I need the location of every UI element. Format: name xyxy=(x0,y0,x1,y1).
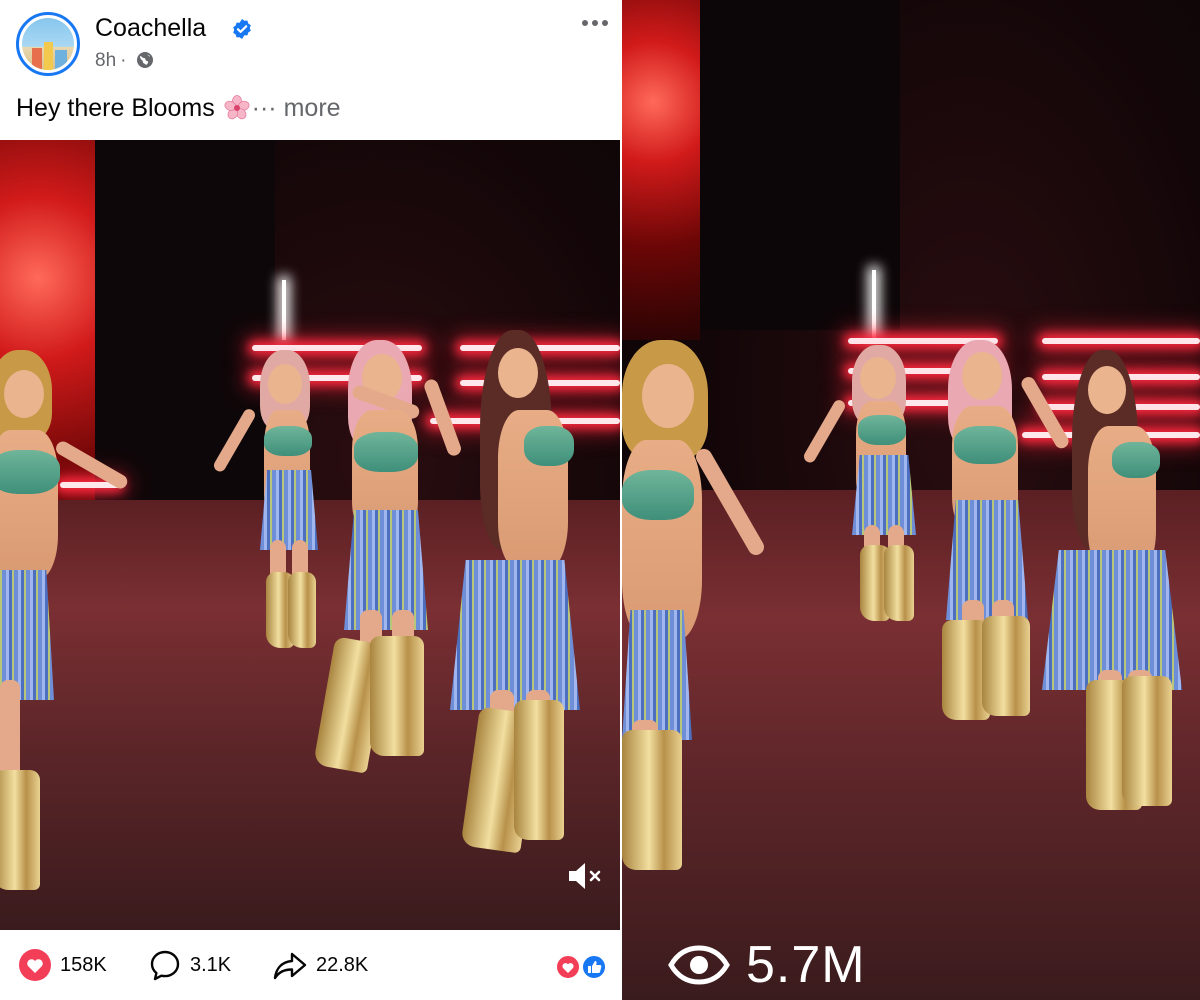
heart-icon xyxy=(19,949,51,981)
avatar[interactable] xyxy=(16,12,80,76)
share-icon xyxy=(273,952,307,980)
view-count-text: 5.7M xyxy=(746,936,866,994)
eye-icon xyxy=(668,945,730,985)
post-meta: 8h · xyxy=(95,50,154,72)
mute-icon[interactable] xyxy=(566,860,606,892)
page-name[interactable]: Coachella xyxy=(95,14,206,43)
video-player[interactable] xyxy=(0,140,620,930)
see-more-link[interactable]: more xyxy=(284,94,341,122)
comment-button[interactable]: 3.1K xyxy=(148,930,231,1000)
post-header: Coachella 8h · Hey there Blooms ··· more xyxy=(0,0,620,140)
comment-count: 3.1K xyxy=(190,953,232,976)
reaction-summary-icon[interactable] xyxy=(555,954,611,980)
caption-ellipsis: ··· xyxy=(251,94,277,122)
like-count: 158K xyxy=(60,953,107,976)
comment-icon xyxy=(150,950,180,981)
facebook-post: Coachella 8h · Hey there Blooms ··· more… xyxy=(0,0,620,1000)
globe-icon xyxy=(136,52,153,68)
verified-badge-icon xyxy=(233,19,251,39)
post-time[interactable]: 8h xyxy=(95,50,116,71)
caption-text: Hey there Blooms xyxy=(16,94,215,122)
zoomed-video-frame[interactable]: 5.7M xyxy=(622,0,1200,1000)
like-button[interactable]: 158K xyxy=(18,930,107,1000)
more-options-icon[interactable] xyxy=(578,8,612,38)
engagement-bar: 158K 3.1K 22.8K xyxy=(0,930,620,1000)
share-count: 22.8K xyxy=(316,953,369,976)
share-button[interactable]: 22.8K xyxy=(272,930,368,1000)
cherry-blossom-icon xyxy=(224,95,250,120)
view-count: 5.7M xyxy=(668,935,866,995)
post-caption: Hey there Blooms ··· more xyxy=(16,94,341,123)
